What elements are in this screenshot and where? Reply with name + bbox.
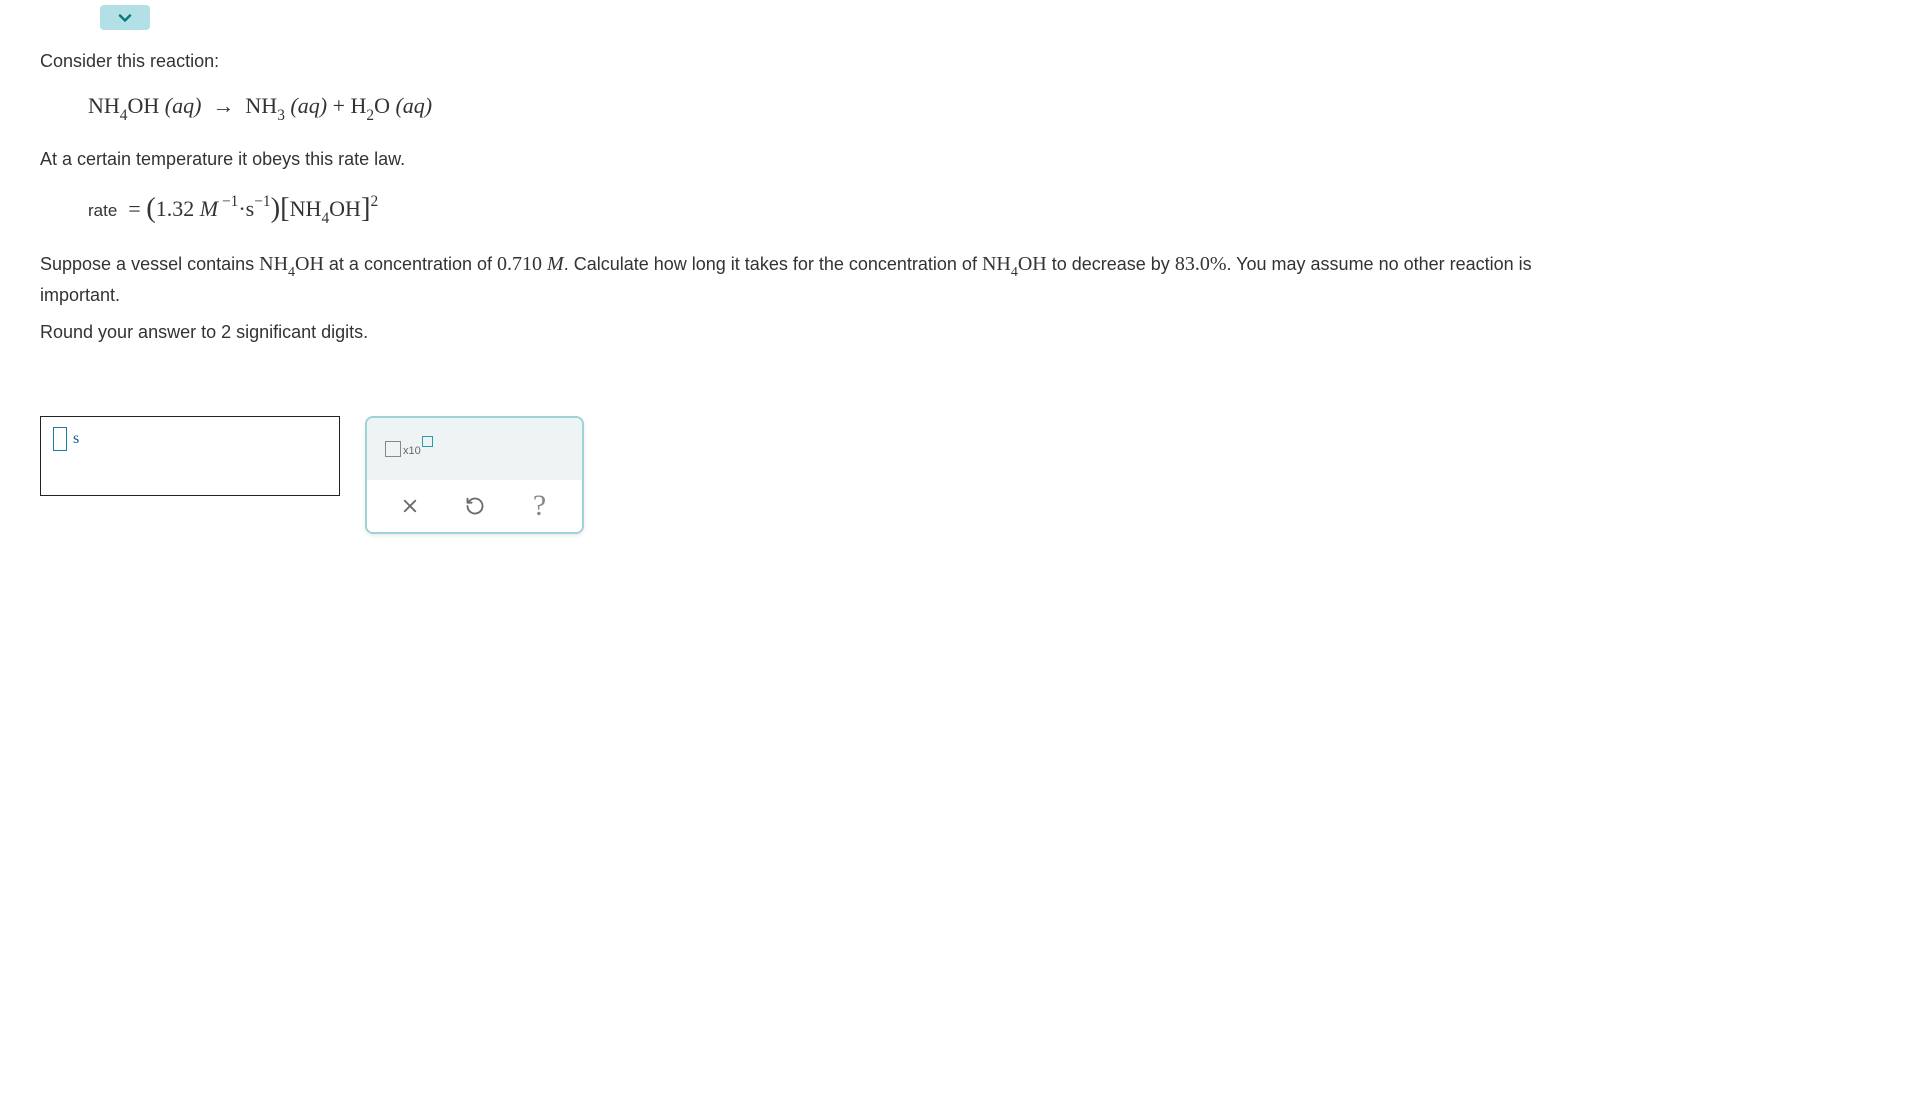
sci-base-icon bbox=[385, 441, 401, 457]
chevron-down-icon bbox=[115, 8, 135, 28]
round-instruction: Round your answer to 2 significant digit… bbox=[40, 319, 1540, 346]
expand-button[interactable] bbox=[100, 5, 150, 30]
answer-unit: s bbox=[73, 430, 79, 448]
undo-icon bbox=[465, 496, 485, 516]
scientific-notation-button[interactable]: x10 bbox=[385, 441, 433, 457]
rate-law-intro: At a certain temperature it obeys this r… bbox=[40, 146, 1540, 173]
tool-panel: x10 ? bbox=[365, 416, 584, 534]
reaction-equation: NH4OH (aq) → NH3 (aq) + H2O (aq) bbox=[88, 93, 1540, 124]
reset-button[interactable] bbox=[455, 488, 495, 524]
question-text: Suppose a vessel contains NH4OH at a con… bbox=[40, 249, 1540, 309]
close-icon bbox=[401, 497, 419, 515]
sci-exp-icon bbox=[422, 436, 433, 447]
rate-law-equation: rate = (1.32 M −1·s−1)[NH4OH]2 bbox=[88, 191, 1540, 227]
clear-button[interactable] bbox=[390, 488, 430, 524]
answer-input-box[interactable]: s bbox=[40, 416, 340, 496]
question-icon: ? bbox=[533, 489, 546, 523]
sci-x10-label: x10 bbox=[403, 445, 421, 457]
intro-text: Consider this reaction: bbox=[40, 48, 1540, 75]
help-button[interactable]: ? bbox=[520, 488, 560, 524]
input-placeholder-icon bbox=[53, 427, 67, 451]
